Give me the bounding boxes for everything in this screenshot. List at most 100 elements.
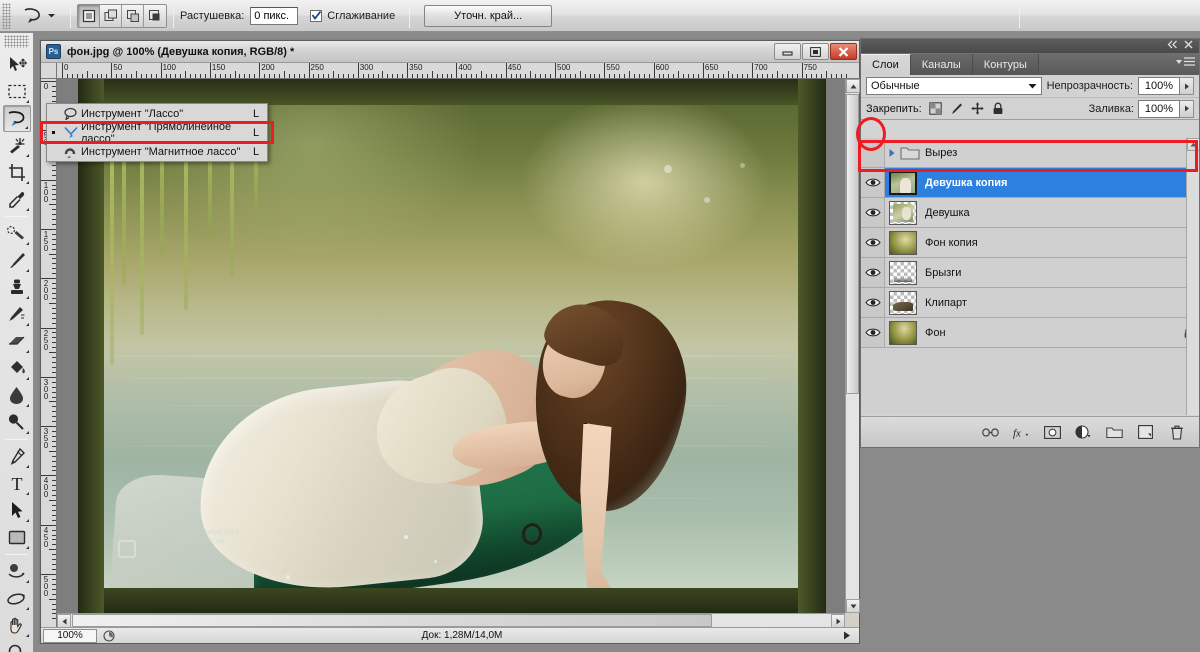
horizontal-scroll-thumb[interactable] [72,614,712,627]
magic-wand-tool-button[interactable] [3,132,31,159]
layer-mask-icon[interactable] [1044,424,1061,441]
antialias-checkbox[interactable] [310,10,322,22]
fx-icon[interactable]: fx [1013,424,1030,441]
panel-close-icon[interactable] [1184,40,1193,52]
fill-field[interactable]: 100% [1138,100,1180,118]
document-vertical-scrollbar[interactable] [845,79,859,613]
dodge-tool-button[interactable] [3,409,31,436]
layer-thumbnail[interactable] [889,171,917,195]
blur-tool-button[interactable] [3,382,31,409]
scroll-left-button[interactable] [57,614,71,628]
layer-thumbnail[interactable] [889,261,917,285]
layer-row[interactable]: Брызги [861,258,1199,288]
tab-paths[interactable]: Контуры [973,54,1039,75]
folder-icon[interactable] [1106,424,1123,441]
layer-name[interactable]: Девушка копия [921,177,1199,189]
layer-name[interactable]: Фон [921,327,1177,339]
list-scroll-up-button[interactable] [1187,138,1199,151]
flyout-item-polygonal-lasso[interactable]: Инструмент "Прямолинейное лассо" L [47,123,267,142]
layer-thumbnail[interactable] [889,201,917,225]
ruler-origin-corner[interactable] [41,63,57,79]
eraser-tool-button[interactable] [3,328,31,355]
new-layer-icon[interactable] [1137,424,1154,441]
intersect-selection-button[interactable] [144,5,166,27]
options-bar-gripper[interactable] [2,3,11,29]
flyout-item-magnetic-lasso[interactable]: Инструмент "Магнитное лассо" L [47,142,267,161]
layer-thumbnail[interactable] [889,321,917,345]
layer-row[interactable]: Клипарт [861,288,1199,318]
lock-transparency-icon[interactable] [928,101,943,116]
zoom-level-field[interactable]: 100% [43,629,97,643]
visibility-toggle[interactable] [861,228,885,257]
layer-row-selected[interactable]: Девушка копия [861,168,1199,198]
horizontal-ruler[interactable]: 0501001502002503003504004505005506006507… [57,63,859,79]
rotate-3d-tool-button[interactable] [3,558,31,585]
vertical-scroll-thumb[interactable] [846,94,859,394]
layer-row[interactable]: Девушка [861,198,1199,228]
tab-layers[interactable]: Слои [861,54,911,75]
tool-preset-picker[interactable] [11,7,64,25]
layers-list-scrollbar[interactable] [1186,138,1199,415]
add-to-selection-button[interactable] [100,5,122,27]
layer-name[interactable]: Девушка [921,207,1199,219]
minimize-button[interactable] [774,43,801,60]
rectangular-marquee-tool-button[interactable] [3,78,31,105]
rectangle-shape-tool-button[interactable] [3,524,31,551]
lock-padlock-icon[interactable] [991,101,1006,116]
visibility-toggle[interactable] [861,168,885,197]
fill-slider-button[interactable] [1180,100,1194,118]
visibility-toggle[interactable] [861,138,885,167]
layer-name[interactable]: Клипарт [921,297,1199,309]
opacity-slider-button[interactable] [1180,77,1194,95]
feather-input[interactable]: 0 пикс. [250,7,298,25]
orbit-3d-tool-button[interactable] [3,585,31,612]
layers-list[interactable]: Вырез Девушка копия [861,138,1199,415]
document-horizontal-scrollbar[interactable] [57,613,845,627]
layer-row[interactable]: Фон [861,318,1199,348]
layer-name[interactable]: Брызги [921,267,1199,279]
chevron-down-icon[interactable] [47,12,56,19]
scroll-up-button[interactable] [846,79,860,93]
restore-button[interactable] [802,43,829,60]
layer-row[interactable]: Фон копия [861,228,1199,258]
opacity-field[interactable]: 100% [1138,77,1180,95]
visibility-toggle[interactable] [861,318,885,347]
visibility-toggle[interactable] [861,288,885,317]
paint-bucket-tool-button[interactable] [3,355,31,382]
pen-tool-button[interactable] [3,443,31,470]
eyedropper-tool-button[interactable] [3,186,31,213]
adjustment-circle-icon[interactable] [1075,424,1092,441]
layer-row-group[interactable]: Вырез [861,138,1199,168]
crop-tool-button[interactable] [3,159,31,186]
status-menu-triangle-icon[interactable] [843,631,851,640]
vertical-ruler[interactable]: 050100150200250300350400450500 [41,79,57,643]
visibility-toggle[interactable] [861,258,885,287]
document-preview-icon[interactable] [103,630,115,642]
tab-channels[interactable]: Каналы [911,54,973,75]
active-selection-marching-ants[interactable] [560,423,638,588]
path-selection-tool-button[interactable] [3,497,31,524]
zoom-tool-button[interactable] [3,639,31,652]
hand-tool-button[interactable] [3,612,31,639]
group-expand-arrow-icon[interactable] [885,148,899,158]
layer-name[interactable]: Вырез [921,147,1199,159]
clone-stamp-tool-button[interactable] [3,274,31,301]
move-tool-button[interactable] [3,51,31,78]
blend-mode-select[interactable]: Обычные [866,77,1042,95]
refine-edge-button[interactable]: Уточн. край... [424,5,552,27]
brush-tool-button[interactable] [3,247,31,274]
new-selection-button[interactable] [78,5,100,27]
history-brush-tool-button[interactable] [3,301,31,328]
spot-healing-brush-tool-button[interactable] [3,220,31,247]
lasso-tool-button[interactable] [3,105,31,132]
scroll-down-button[interactable] [846,599,860,613]
scroll-right-button[interactable] [831,614,845,628]
collapse-double-arrow-icon[interactable] [1167,40,1178,52]
subtract-from-selection-button[interactable] [122,5,144,27]
link-icon[interactable] [982,424,999,441]
layer-thumbnail[interactable] [889,231,917,255]
layer-name[interactable]: Фон копия [921,237,1199,249]
toolbox-gripper[interactable] [4,35,29,48]
panel-menu-button[interactable] [1176,57,1195,66]
lock-move-icon[interactable] [970,101,985,116]
